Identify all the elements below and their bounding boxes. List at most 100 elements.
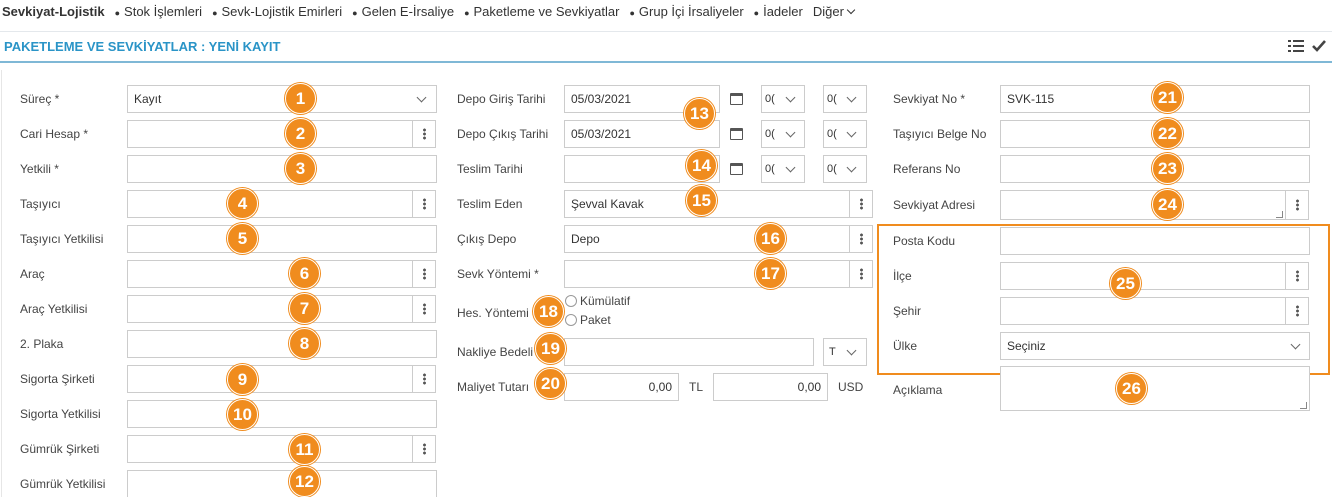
nakliye-currency-select[interactable]: T [823, 338, 867, 366]
surec-select[interactable]: Kayıt [127, 85, 437, 113]
sevkiyat-adresi-label: Sevkiyat Adresi [893, 198, 976, 212]
top-nav: Sevkiyat-Lojistik ● Stok İşlemleri ● Sevk-… [0, 0, 1332, 22]
arac-input[interactable] [127, 260, 413, 288]
callout-badge: 16 [755, 223, 786, 254]
more-vertical-icon [1295, 199, 1299, 211]
arac-more-button[interactable] [412, 260, 436, 288]
sevk-yontemi-input[interactable] [564, 260, 850, 288]
nav-sevk-emirleri[interactable]: ● Sevk-Lojistik Emirleri [212, 4, 342, 19]
posta-kodu-label: Posta Kodu [893, 234, 956, 248]
depo-cikis-hour-select[interactable]: 0( [761, 120, 805, 148]
callout-badge: 19 [535, 333, 566, 364]
sigorta-more-button[interactable] [412, 365, 436, 393]
hes-yontemi-label: Hes. Yöntemi [457, 306, 529, 320]
radio-kumulatif-label: Kümülatif [580, 294, 631, 308]
callout-badge: 20 [535, 368, 566, 399]
calendar-icon[interactable] [730, 163, 743, 175]
tasiyici-input[interactable] [127, 190, 413, 218]
sevkiyat-no-label: Sevkiyat No * [893, 92, 966, 106]
sehir-more-button[interactable] [1285, 297, 1309, 325]
plaka-label: 2. Plaka [20, 337, 64, 351]
callout-badge: 13 [684, 98, 715, 129]
sigorta-yetkili-label: Sigorta Yetkilisi [20, 407, 101, 421]
list-icon[interactable] [1288, 39, 1304, 53]
callout-badge: 7 [289, 293, 320, 324]
callout-badge: 1 [285, 83, 316, 114]
gumruk-input[interactable] [127, 435, 413, 463]
callout-badge: 2 [285, 118, 316, 149]
maliyet-usd-input[interactable]: 0,00 [713, 373, 828, 401]
gumruk-yetkili-input[interactable] [127, 470, 437, 497]
page-title: PAKETLEME VE SEVKİYATLAR : YENİ KAYIT [4, 39, 281, 54]
gumruk-more-button[interactable] [412, 435, 436, 463]
calendar-icon[interactable] [730, 128, 743, 140]
cikis-depo-input[interactable]: Depo [564, 225, 850, 253]
more-vertical-icon [1295, 305, 1299, 317]
sigorta-input[interactable] [127, 365, 413, 393]
sevk-yontemi-more-button[interactable] [849, 260, 873, 288]
callout-badge: 26 [1116, 373, 1147, 404]
nav-diger[interactable]: Diğer [813, 4, 856, 19]
arac-yetkili-input[interactable] [127, 295, 413, 323]
posta-kodu-input[interactable] [1000, 227, 1310, 255]
cikis-depo-label: Çıkış Depo [457, 232, 517, 246]
radio-paket-label: Paket [580, 313, 611, 327]
more-vertical-icon [422, 303, 426, 315]
nav-brand[interactable]: Sevkiyat-Lojistik [0, 4, 105, 19]
sigorta-label: Sigorta Şirketi [20, 372, 95, 386]
aciklama-textarea[interactable] [1000, 366, 1310, 411]
radio-paket[interactable] [565, 314, 577, 326]
more-vertical-icon [859, 198, 863, 210]
chevron-down-icon [846, 5, 856, 14]
depo-cikis-minute-select[interactable]: 0( [823, 120, 867, 148]
ilce-label: İlçe [893, 269, 912, 283]
nakliye-label: Nakliye Bedeli [457, 345, 534, 359]
sevkiyat-adresi-more-button[interactable] [1285, 190, 1309, 220]
callout-badge: 5 [227, 223, 258, 254]
sigorta-yetkili-input[interactable] [127, 400, 437, 428]
arac-label: Araç [20, 267, 45, 281]
nakliye-input[interactable] [564, 338, 814, 366]
tasiyici-yetkili-label: Taşıyıcı Yetkilisi [20, 232, 104, 246]
radio-kumulatif[interactable] [565, 295, 577, 307]
nav-stok[interactable]: ● Stok İşlemleri [115, 4, 202, 19]
maliyet-tl-input[interactable]: 0,00 [564, 373, 679, 401]
cari-hesap-input[interactable] [127, 120, 413, 148]
check-icon[interactable] [1312, 39, 1326, 53]
arac-yetkili-label: Araç Yetkilisi [20, 302, 88, 316]
cikis-depo-more-button[interactable] [849, 225, 873, 253]
more-vertical-icon [1295, 270, 1299, 282]
arac-yetkili-more-button[interactable] [412, 295, 436, 323]
callout-badge: 24 [1152, 189, 1183, 220]
teslim-hour-select[interactable]: 0( [761, 155, 805, 183]
nav-grup-ici[interactable]: ● Grup İçi İrsaliyeler [629, 4, 743, 19]
nav-paketleme[interactable]: ● Paketleme ve Sevkiyatlar [464, 4, 619, 19]
teslim-minute-select[interactable]: 0( [823, 155, 867, 183]
calendar-icon[interactable] [730, 93, 743, 105]
ilce-input[interactable] [1000, 262, 1286, 290]
sevk-yontemi-label: Sevk Yöntemi * [457, 267, 539, 281]
more-vertical-icon [859, 268, 863, 280]
yetkili-input[interactable] [127, 155, 437, 183]
sehir-label: Şehir [893, 304, 922, 318]
depo-giris-minute-select[interactable]: 0( [823, 85, 867, 113]
plaka-input[interactable] [127, 330, 437, 358]
tl-unit: TL [689, 380, 704, 394]
nav-iadeler[interactable]: ● İadeler [754, 4, 803, 19]
tasiyici-more-button[interactable] [412, 190, 436, 218]
more-vertical-icon [859, 233, 863, 245]
gumruk-label: Gümrük Şirketi [20, 442, 100, 456]
ulke-select[interactable]: Seçiniz [1000, 332, 1310, 360]
tasiyici-yetkili-input[interactable] [127, 225, 437, 253]
depo-giris-hour-select[interactable]: 0( [761, 85, 805, 113]
resize-handle-icon[interactable] [1300, 402, 1307, 409]
resize-handle-icon[interactable] [1276, 211, 1283, 218]
sevkiyat-adresi-textarea[interactable] [1000, 190, 1286, 220]
ilce-more-button[interactable] [1285, 262, 1309, 290]
nav-gelen-eirsaliye[interactable]: ● Gelen E-İrsaliye [352, 4, 454, 19]
cari-hesap-more-button[interactable] [412, 120, 436, 148]
callout-badge: 9 [227, 364, 258, 395]
aciklama-label: Açıklama [893, 383, 943, 397]
teslim-eden-more-button[interactable] [849, 190, 873, 218]
sehir-input[interactable] [1000, 297, 1286, 325]
